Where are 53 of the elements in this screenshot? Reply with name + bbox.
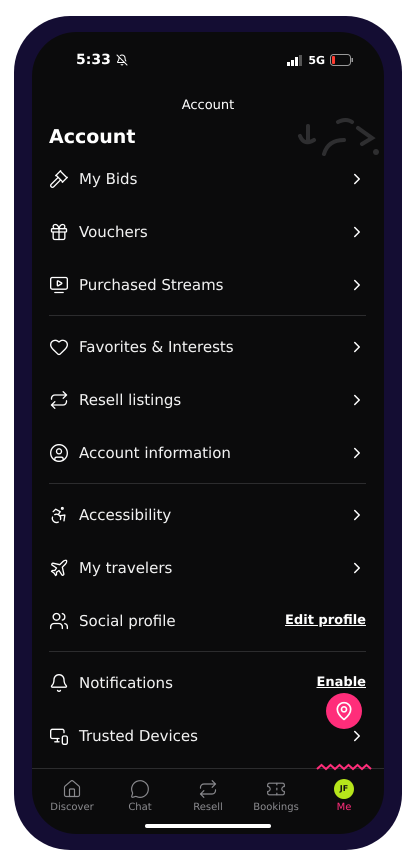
play-screen-icon: [49, 274, 69, 294]
muted-bell-icon: [116, 54, 128, 66]
page-title: Account: [49, 126, 136, 148]
action-link[interactable]: Edit profile: [285, 613, 366, 628]
tab[interactable]: JF Me: [310, 769, 378, 822]
menu-label: Accessibility: [79, 506, 172, 524]
menu-label: Trusted Devices: [79, 726, 199, 744]
chat-icon: [130, 778, 150, 798]
menu-row[interactable]: Accessibility: [49, 488, 366, 541]
action-link[interactable]: Enable: [316, 675, 366, 690]
header-title: Account: [182, 98, 234, 112]
clock: 5:33: [76, 52, 111, 68]
map-pin-icon: [334, 701, 354, 721]
menu-row[interactable]: Account information: [49, 426, 366, 479]
menu-label: Purchased Streams: [79, 276, 224, 294]
menu-label: Vouchers: [79, 222, 149, 240]
tab[interactable]: Bookings: [242, 769, 310, 822]
repeat-icon: [198, 778, 218, 798]
users-icon: [49, 610, 69, 630]
menu-label: Notifications: [79, 674, 174, 692]
menu-row[interactable]: Trusted Devices: [49, 709, 366, 762]
heart-icon: [49, 336, 69, 356]
menu-label: Social profile: [79, 612, 177, 630]
location-button[interactable]: [326, 693, 362, 729]
avatar: JF: [334, 778, 354, 798]
menu-row[interactable]: Vouchers: [49, 205, 366, 258]
menu-label: Favorites & Interests: [79, 338, 235, 356]
menu-row[interactable]: Resell listings: [49, 373, 366, 426]
gift-icon: [49, 222, 69, 242]
menu-row[interactable]: Notifications Enable: [49, 656, 366, 709]
network-label: 5G: [308, 54, 325, 66]
menu-row[interactable]: Favorites & Interests: [49, 320, 366, 373]
signal-icon: [287, 54, 304, 66]
devices-icon: [49, 726, 69, 746]
menu-label: My Bids: [79, 170, 138, 188]
menu-label: Resell listings: [79, 390, 182, 408]
tab[interactable]: Resell: [174, 769, 242, 822]
tab[interactable]: Chat: [106, 769, 174, 822]
plane-icon: [49, 558, 69, 578]
menu-row[interactable]: My Bids: [49, 152, 366, 205]
bell-icon: [49, 672, 69, 692]
gavel-icon: [49, 168, 69, 188]
repeat-icon: [49, 390, 69, 410]
home-icon: [62, 778, 82, 798]
tab[interactable]: Discover: [38, 769, 106, 822]
battery-icon: [330, 54, 354, 66]
user-circle-icon: [49, 442, 69, 462]
menu-row[interactable]: Social profile Edit profile: [49, 594, 366, 647]
menu-row[interactable]: Purchased Streams: [49, 258, 366, 311]
menu-label: My travelers: [79, 558, 174, 576]
menu-row[interactable]: My travelers: [49, 541, 366, 594]
zigzag-drawing: [316, 763, 372, 771]
menu-label: Account information: [79, 444, 232, 462]
